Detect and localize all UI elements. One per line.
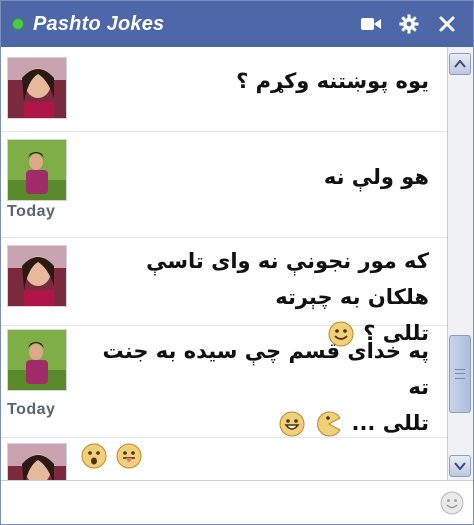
scroll-up-button[interactable] [449, 53, 471, 75]
message-input[interactable] [5, 485, 433, 521]
window-title: Pashto Jokes [33, 12, 165, 35]
smiley-icon [440, 491, 464, 515]
chevron-down-icon [454, 462, 466, 470]
message-text: په خدای قسم چې سیده به جنت ته تللی ... [102, 339, 429, 437]
message-row: Today په خدای قسم چې سیده به جنت ته تللی… [1, 325, 447, 438]
settings-button[interactable] [397, 12, 421, 36]
avatar [7, 245, 67, 307]
scroll-thumb[interactable] [449, 335, 471, 413]
message-text: یوه پوښتنه وکړم ؟ [236, 69, 429, 93]
grin-emoticon-icon [279, 411, 305, 437]
title-bar[interactable]: Pashto Jokes [1, 1, 473, 47]
today-label: Today [7, 203, 56, 220]
pacman-emoticon-icon [317, 411, 341, 437]
gear-icon [399, 14, 419, 34]
message-row [1, 437, 447, 482]
chat-scrollbar[interactable] [447, 47, 473, 482]
surprised-emoticon-icon [81, 443, 107, 469]
video-icon [361, 18, 381, 30]
message-text: هو ولې نه [323, 165, 429, 189]
message-list[interactable]: یوه پوښتنه وکړم ؟ Today هو ولې نه که مور… [1, 47, 447, 482]
chevron-up-icon [454, 60, 466, 68]
close-icon [439, 16, 455, 32]
avatar [7, 57, 67, 119]
video-call-button[interactable] [359, 12, 383, 36]
emoticon-picker-button[interactable] [439, 490, 465, 516]
avatar [7, 139, 67, 201]
message-row: Today هو ولې نه [1, 131, 447, 238]
online-status-dot [13, 19, 23, 29]
today-label: Today [7, 401, 56, 418]
avatar [7, 329, 67, 391]
message-row: که مور نجونې نه وای تاسې هلکان به چېرته … [1, 237, 447, 347]
message-row: یوه پوښتنه وکړم ؟ [1, 47, 447, 132]
tongue-emoticon-icon [116, 443, 142, 469]
close-button[interactable] [435, 12, 459, 36]
message-input-bar [1, 480, 473, 524]
avatar [7, 443, 67, 482]
scroll-down-button[interactable] [449, 455, 471, 477]
chat-window: Pashto Jokes یوه پوښتنه وکړم ؟ Today هو … [0, 0, 474, 525]
emoticon-group [79, 443, 144, 469]
